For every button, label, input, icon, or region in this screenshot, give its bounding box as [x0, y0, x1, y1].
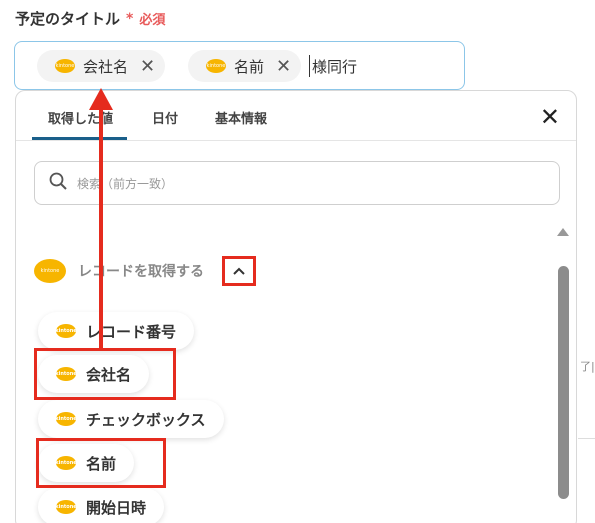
title-input[interactable]: 会社名 ✕ 名前 ✕ 様同行	[14, 41, 465, 90]
chevron-up-icon	[233, 267, 245, 275]
field-label-text: 予定のタイトル	[15, 10, 121, 28]
kintone-icon	[206, 59, 226, 73]
side-text: 了|	[580, 360, 595, 373]
chip-label: 名前	[234, 57, 265, 76]
remove-chip-icon[interactable]: ✕	[140, 56, 155, 77]
option-checkbox[interactable]: チェックボックス	[38, 400, 224, 438]
required-text: 必須	[139, 13, 166, 28]
option-label: チェックボックス	[86, 410, 206, 429]
trailing-text: 様同行	[308, 55, 358, 77]
chip-label: 会社名	[83, 57, 129, 76]
collapse-toggle[interactable]	[222, 256, 256, 286]
kintone-icon	[34, 259, 66, 283]
scroll-up-icon[interactable]	[557, 228, 569, 236]
search-icon	[49, 172, 67, 190]
tab-acquired-values[interactable]: 取得した値	[31, 108, 128, 140]
kintone-icon	[56, 412, 76, 426]
chip-company[interactable]: 会社名 ✕	[37, 50, 166, 82]
kintone-icon	[55, 59, 75, 73]
remove-chip-icon[interactable]: ✕	[276, 56, 291, 77]
value-picker-popup: 取得した値 日付 基本情報 ✕ 検索（前方一致） レコードを取得する レコード番…	[15, 90, 577, 523]
kintone-icon	[56, 324, 76, 338]
option-label: レコード番号	[86, 322, 177, 341]
tab-basic-info[interactable]: 基本情報	[215, 108, 267, 127]
close-icon[interactable]: ✕	[540, 103, 560, 131]
option-label: 開始日時	[86, 498, 147, 517]
field-label: 予定のタイトル * 必須	[15, 8, 165, 29]
required-star: *	[126, 10, 134, 27]
option-record-number[interactable]: レコード番号	[38, 312, 195, 350]
scrollbar-thumb[interactable]	[558, 266, 569, 499]
option-start-datetime[interactable]: 開始日時	[38, 488, 165, 523]
tab-bar: 取得した値 日付 基本情報 ✕	[16, 91, 576, 141]
chip-name[interactable]: 名前 ✕	[188, 50, 302, 82]
section-label: レコードを取得する	[78, 264, 204, 280]
search-placeholder: 検索（前方一致）	[77, 177, 174, 191]
tab-date[interactable]: 日付	[152, 108, 178, 127]
highlight-company-name	[34, 348, 176, 400]
kintone-icon	[56, 500, 76, 514]
side-divider	[578, 438, 595, 439]
highlight-name	[36, 438, 166, 488]
search-input[interactable]: 検索（前方一致）	[34, 161, 560, 205]
section-header[interactable]: レコードを取得する	[34, 259, 204, 283]
